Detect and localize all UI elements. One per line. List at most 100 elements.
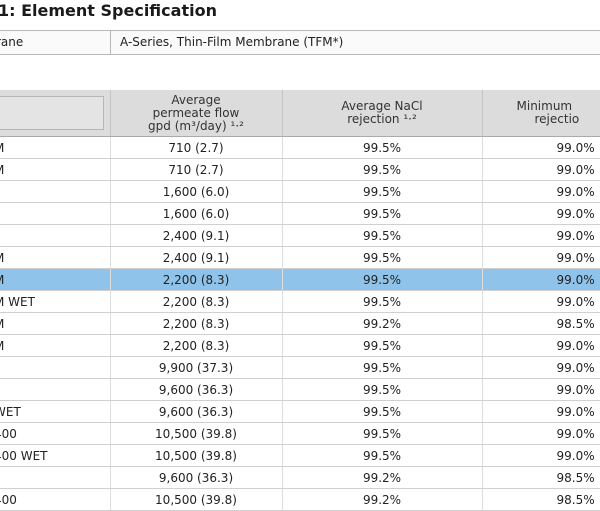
flow-cell-text: 710 (2.7) [168, 140, 224, 155]
table-row[interactable]: M WET 2,200 (8.3) 99.5% 99.0% [0, 290, 600, 313]
model-column-header[interactable] [0, 90, 111, 137]
min-rejection-cell: 98.5% [482, 466, 600, 489]
flow-cell: 9,600 (36.3) [110, 466, 283, 489]
flow-cell: 1,600 (6.0) [110, 180, 283, 203]
model-cell-text: M [0, 273, 4, 287]
nacl-cell-text: 99.5% [362, 272, 402, 287]
model-cell: 400 WET [0, 444, 111, 467]
table-row[interactable]: M 710 (2.7) 99.5% 99.0% [0, 136, 600, 159]
page-title: 1: Element Specification [0, 1, 217, 20]
model-cell [0, 202, 111, 225]
min-rejection-cell-text: 99.0% [556, 294, 595, 309]
table-row[interactable]: 400 10,500 (39.8) 99.5% 99.0% [0, 422, 600, 445]
min-rejection-cell: 99.0% [482, 180, 600, 203]
table-row[interactable]: M 2,200 (8.3) 99.5% 99.0% [0, 334, 600, 357]
min-rejection-cell-text: 99.0% [556, 162, 595, 177]
model-cell: M [0, 136, 111, 159]
model-cell: WET [0, 400, 111, 423]
table-row[interactable]: 1,600 (6.0) 99.5% 99.0% [0, 180, 600, 203]
min-rejection-cell: 99.0% [482, 246, 600, 269]
table-row[interactable]: 1,600 (6.0) 99.5% 99.0% [0, 202, 600, 225]
nacl-cell-text: 99.5% [362, 426, 402, 441]
nacl-cell-text: 99.5% [362, 250, 402, 265]
flow-cell-text: 1,600 (6.0) [162, 184, 230, 199]
flow-cell: 9,900 (37.3) [110, 356, 283, 379]
min-rejection-cell: 99.0% [482, 202, 600, 225]
membrane-value: A-Series, Thin-Film Membrane (TFM*) [120, 35, 344, 49]
nacl-cell-text: 99.5% [362, 338, 402, 353]
nacl-cell: 99.5% [282, 224, 483, 247]
min-rejection-cell-text: 98.5% [556, 316, 595, 331]
min-rejection-cell: 99.0% [482, 356, 600, 379]
nacl-cell-text: 99.5% [362, 140, 402, 155]
nacl-cell: 99.5% [282, 378, 483, 401]
model-cell: M [0, 312, 111, 335]
element-spec-table: Average permeate flow gpd (m³/day) ¹·² A… [0, 90, 600, 511]
flow-cell-text: 2,200 (8.3) [162, 272, 230, 287]
table-row[interactable]: WET 9,600 (36.3) 99.5% 99.0% [0, 400, 600, 423]
nacl-cell: 99.5% [282, 356, 483, 379]
min-rejection-cell: 99.0% [482, 136, 600, 159]
flow-cell: 2,200 (8.3) [110, 268, 283, 291]
model-cell-text: M WET [0, 294, 35, 309]
min-rejection-cell-text: 99.0% [556, 272, 595, 287]
flow-cell: 710 (2.7) [110, 136, 283, 159]
nacl-cell-text: 99.5% [362, 206, 402, 221]
flow-cell-text: 9,600 (36.3) [158, 470, 234, 485]
nacl-cell: 99.5% [282, 444, 483, 467]
table-row[interactable]: M 710 (2.7) 99.5% 99.0% [0, 158, 600, 181]
model-cell [0, 180, 111, 203]
min-rejection-column-header[interactable]: Minimum rejectio [482, 90, 600, 137]
model-cell-text: M [0, 317, 4, 331]
nacl-cell-text: 99.5% [362, 228, 402, 243]
model-cell-text: M [0, 163, 4, 177]
min-rejection-cell-text: 98.5% [556, 470, 595, 485]
table-row[interactable]: M 2,400 (9.1) 99.5% 99.0% [0, 246, 600, 269]
table-row[interactable]: 9,600 (36.3) 99.2% 98.5% [0, 466, 600, 489]
min-rejection-cell: 99.0% [482, 422, 600, 445]
flow-cell: 2,200 (8.3) [110, 312, 283, 335]
min-rejection-cell: 99.0% [482, 334, 600, 357]
min-rejection-cell-text: 99.0% [556, 228, 595, 243]
min-rejection-cell-text: 99.0% [556, 338, 595, 353]
flow-cell-text: 2,400 (9.1) [162, 250, 230, 265]
min-rejection-cell-text: 99.0% [556, 382, 595, 397]
table-row[interactable]: M 2,200 (8.3) 99.2% 98.5% [0, 312, 600, 335]
table-row[interactable]: 2,400 (9.1) 99.5% 99.0% [0, 224, 600, 247]
model-cell-text: 400 WET [0, 448, 48, 463]
model-cell [0, 466, 111, 489]
table-row[interactable]: M 2,200 (8.3) 99.5% 99.0% [0, 268, 600, 291]
nacl-cell-text: 99.2% [362, 316, 402, 331]
table-row[interactable]: 9,600 (36.3) 99.5% 99.0% [0, 378, 600, 401]
flow-cell-text: 1,600 (6.0) [162, 206, 230, 221]
min-rejection-cell-text: 99.0% [556, 206, 595, 221]
nacl-column-header[interactable]: Average NaCl rejection ¹·² [282, 90, 483, 137]
flow-cell-text: 9,900 (37.3) [158, 360, 234, 375]
flow-cell-text: 9,600 (36.3) [158, 382, 234, 397]
model-cell: M [0, 158, 111, 181]
model-cell [0, 378, 111, 401]
nacl-cell: 99.2% [282, 466, 483, 489]
flow-cell-text: 9,600 (36.3) [158, 404, 234, 419]
table-row[interactable]: 9,900 (37.3) 99.5% 99.0% [0, 356, 600, 379]
nacl-cell-text: 99.5% [362, 294, 402, 309]
min-rejection-cell: 99.0% [482, 378, 600, 401]
nacl-cell: 99.5% [282, 400, 483, 423]
table-row[interactable]: 400 WET 10,500 (39.8) 99.5% 99.0% [0, 444, 600, 467]
nacl-cell: 99.5% [282, 158, 483, 181]
nacl-cell-text: 99.5% [362, 404, 402, 419]
nacl-cell: 99.5% [282, 246, 483, 269]
flow-cell-text: 2,200 (8.3) [162, 294, 230, 309]
nacl-cell-text: 99.5% [362, 382, 402, 397]
nacl-cell: 99.5% [282, 290, 483, 313]
min-rejection-cell-text: 99.0% [556, 448, 595, 463]
min-rejection-cell: 99.0% [482, 400, 600, 423]
model-cell-text: M [0, 339, 4, 353]
model-cell: M [0, 268, 111, 291]
flow-column-header[interactable]: Average permeate flow gpd (m³/day) ¹·² [110, 90, 283, 137]
flow-cell-text: 10,500 (39.8) [155, 448, 237, 463]
nacl-cell-text: 99.5% [362, 360, 402, 375]
model-filter-box[interactable] [0, 96, 104, 130]
membrane-divider [110, 31, 111, 54]
model-cell: M [0, 246, 111, 269]
